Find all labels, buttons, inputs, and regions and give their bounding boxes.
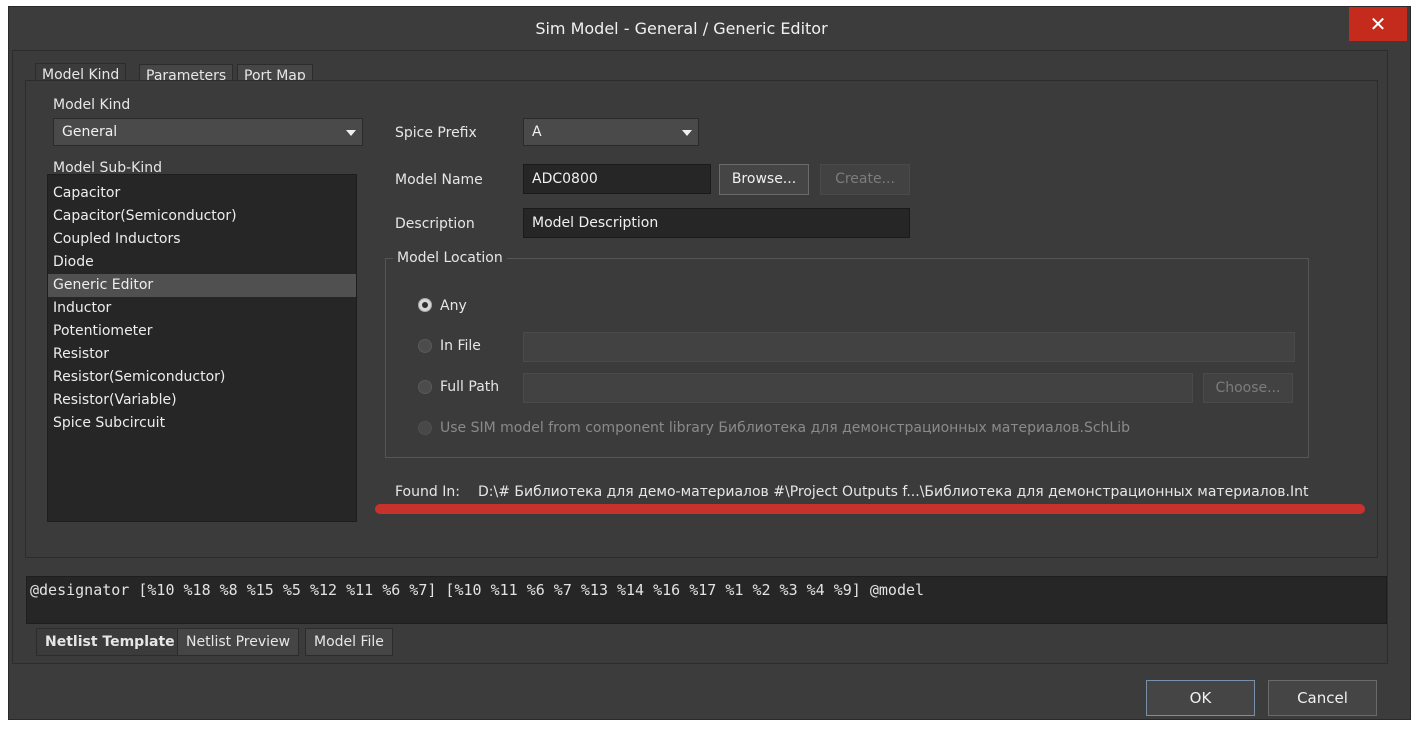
- ok-button-label: OK: [1189, 689, 1212, 707]
- radio-any-label[interactable]: Any: [440, 298, 467, 314]
- found-in-path: D:\# Библиотека для демо-материалов #\Pr…: [478, 484, 1309, 500]
- create-button[interactable]: Create...: [820, 164, 910, 195]
- full-path-input[interactable]: [523, 373, 1193, 403]
- spice-prefix-label: Spice Prefix: [395, 125, 477, 141]
- use-sim-checkbox[interactable]: [418, 421, 432, 435]
- radio-any[interactable]: [418, 298, 432, 312]
- list-item-generic-editor[interactable]: Generic Editor: [48, 274, 356, 297]
- model-location-title: Model Location: [393, 250, 507, 266]
- title-bar: Sim Model - General / Generic Editor ✕: [9, 7, 1410, 51]
- tab-netlist-template[interactable]: Netlist Template: [36, 628, 184, 656]
- model-name-input[interactable]: ADC0800: [523, 164, 711, 194]
- list-item-inductor[interactable]: Inductor: [48, 297, 356, 320]
- list-item-diode[interactable]: Diode: [48, 251, 356, 274]
- tab-netlist-preview[interactable]: Netlist Preview: [177, 628, 300, 656]
- list-item-capacitor-semiconductor[interactable]: Capacitor(Semiconductor): [48, 205, 356, 228]
- list-item-capacitor[interactable]: Capacitor: [48, 182, 356, 205]
- model-kind-label: Model Kind: [53, 97, 131, 113]
- browse-button-label: Browse...: [731, 171, 797, 187]
- choose-button[interactable]: Choose...: [1203, 373, 1293, 403]
- browse-button[interactable]: Browse...: [719, 164, 809, 195]
- radio-in-file[interactable]: [418, 339, 432, 353]
- list-item-spice-subcircuit[interactable]: Spice Subcircuit: [48, 412, 356, 435]
- radio-full-path-label[interactable]: Full Path: [440, 379, 499, 395]
- chevron-down-icon: [346, 130, 356, 136]
- spice-prefix-dropdown[interactable]: A: [523, 118, 699, 146]
- netlist-template-text[interactable]: @designator [%10 %18 %8 %15 %5 %12 %11 %…: [26, 576, 1387, 624]
- chevron-down-icon: [682, 130, 692, 136]
- spice-prefix-value: A: [532, 124, 542, 140]
- choose-button-label: Choose...: [1215, 380, 1281, 396]
- model-name-label: Model Name: [395, 172, 483, 188]
- list-item-resistor[interactable]: Resistor: [48, 343, 356, 366]
- window-title: Sim Model - General / Generic Editor: [535, 19, 828, 38]
- list-item-resistor-variable[interactable]: Resistor(Variable): [48, 389, 356, 412]
- list-item-coupled-inductors[interactable]: Coupled Inductors: [48, 228, 356, 251]
- close-icon: ✕: [1369, 12, 1387, 36]
- radio-full-path[interactable]: [418, 380, 432, 394]
- cancel-button-label: Cancel: [1297, 689, 1348, 707]
- close-button[interactable]: ✕: [1349, 7, 1407, 41]
- description-label: Description: [395, 216, 475, 232]
- tab-model-file[interactable]: Model File: [305, 628, 393, 656]
- list-item-potentiometer[interactable]: Potentiometer: [48, 320, 356, 343]
- found-in-label: Found In:: [395, 484, 460, 500]
- list-item-resistor-semiconductor[interactable]: Resistor(Semiconductor): [48, 366, 356, 389]
- ok-button[interactable]: OK: [1146, 680, 1255, 716]
- found-in-highlight: [375, 504, 1365, 514]
- cancel-button[interactable]: Cancel: [1268, 680, 1377, 716]
- model-kind-value: General: [62, 124, 118, 140]
- description-input[interactable]: Model Description: [523, 208, 910, 238]
- radio-in-file-label[interactable]: In File: [440, 338, 481, 354]
- model-sub-kind-list[interactable]: Capacitor Capacitor(Semiconductor) Coupl…: [47, 174, 357, 522]
- use-sim-label: Use SIM model from component library Биб…: [440, 420, 1130, 436]
- create-button-label: Create...: [835, 171, 895, 187]
- in-file-input[interactable]: [523, 332, 1295, 362]
- model-kind-dropdown[interactable]: General: [53, 118, 363, 146]
